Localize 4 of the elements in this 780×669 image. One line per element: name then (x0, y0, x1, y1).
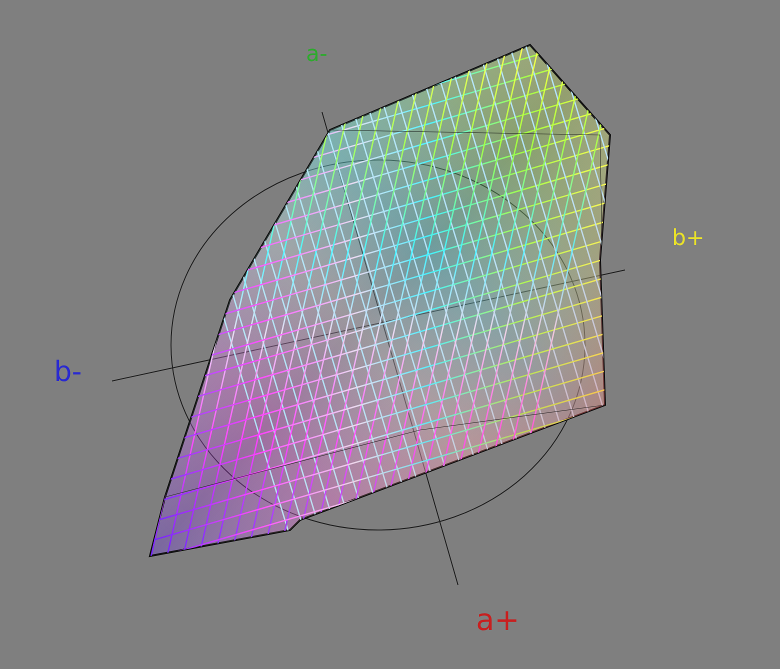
axis-label: b+ (672, 228, 704, 250)
axis-label: a+ (476, 606, 520, 636)
axis-label: a- (306, 44, 328, 66)
axis-label: b- (54, 358, 82, 386)
